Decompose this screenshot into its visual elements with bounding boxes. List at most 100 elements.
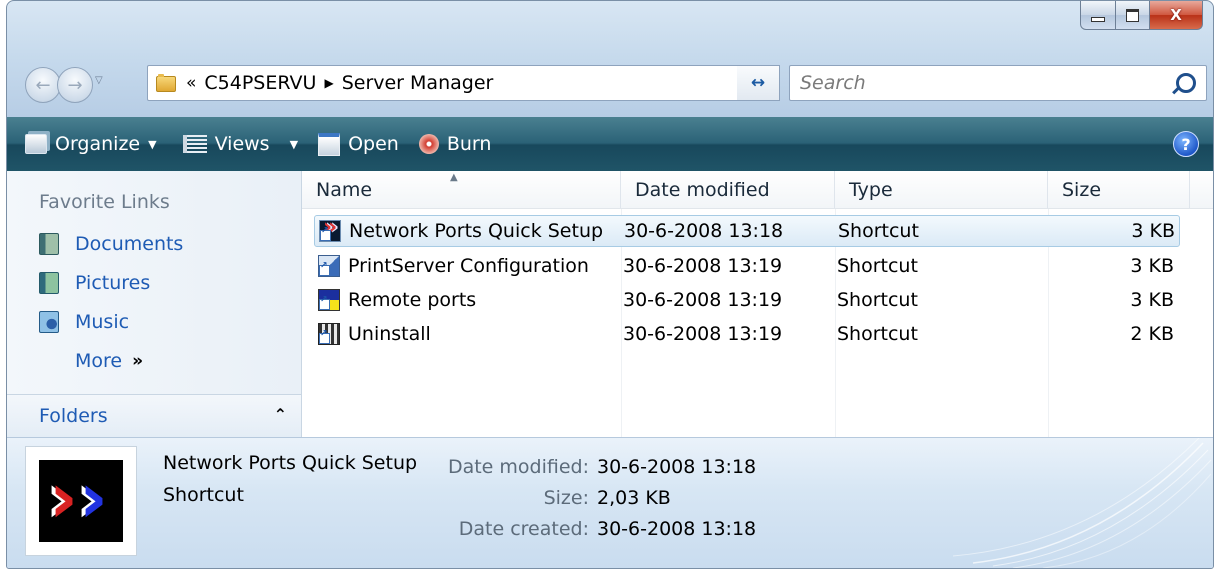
file-name-cell: Uninstall — [318, 323, 431, 345]
folders-toggle[interactable]: Folders ⌃ — [7, 394, 301, 437]
breadcrumb-computer[interactable]: C54PSERVU — [204, 72, 316, 94]
shortcut-overlay-icon — [319, 261, 330, 276]
burn-button[interactable]: Burn — [418, 133, 491, 155]
refresh-button[interactable]: ↔ — [737, 65, 780, 101]
sidebar-item-label: Music — [75, 311, 130, 333]
file-type: Shortcut — [837, 255, 918, 277]
sidebar-item-music[interactable]: Music — [39, 311, 129, 333]
navigation-pane: Favorite Links Documents Pictures Music … — [7, 171, 302, 437]
search-input[interactable]: Search — [789, 65, 1207, 101]
shortcut-overlay-icon — [320, 226, 331, 241]
shortcut-file-icon — [318, 323, 340, 345]
file-name: Remote ports — [348, 289, 477, 311]
open-button[interactable]: Open — [318, 132, 399, 156]
details-modified-value: 30-6-2008 13:18 — [597, 456, 757, 478]
maximize-button[interactable] — [1116, 1, 1150, 30]
file-size: 3 KB — [1130, 255, 1174, 277]
search-icon[interactable] — [1176, 73, 1196, 93]
sidebar-item-documents[interactable]: Documents — [39, 233, 183, 255]
more-links-button[interactable]: More » — [75, 350, 143, 372]
close-icon: X — [1170, 6, 1182, 24]
burn-icon — [418, 134, 439, 154]
decorative-swoosh — [953, 438, 1212, 568]
file-row-network-ports-quick-setup[interactable]: Network Ports Quick Setup 30-6-2008 13:1… — [314, 215, 1180, 247]
folders-label: Folders — [39, 405, 108, 427]
double-chevron-right-icon: » — [132, 351, 144, 371]
file-name-cell: Remote ports — [318, 289, 476, 311]
file-thumbnail: › › › › — [25, 446, 137, 556]
details-created-label: Date created: — [458, 518, 589, 540]
file-row-uninstall[interactable]: Uninstall 30-6-2008 13:19 Shortcut 2 KB — [314, 318, 1180, 350]
views-button[interactable]: Views ▼ — [182, 133, 299, 155]
chevron-down-icon: ▽ — [95, 75, 103, 86]
open-label: Open — [348, 133, 399, 155]
open-icon — [318, 132, 341, 156]
file-date: 30-6-2008 13:19 — [623, 289, 783, 311]
sidebar-item-pictures[interactable]: Pictures — [39, 272, 150, 294]
documents-icon — [39, 233, 59, 255]
column-header-size[interactable]: Size — [1048, 171, 1190, 209]
sidebar-item-label: Documents — [75, 233, 184, 255]
column-header-name[interactable]: ▲ Name — [302, 171, 621, 209]
views-icon — [182, 135, 207, 153]
favorite-links-heading: Favorite Links — [39, 191, 170, 213]
caption-buttons: X — [1080, 1, 1203, 30]
forward-button[interactable]: → — [57, 67, 93, 103]
maximize-icon — [1126, 8, 1139, 22]
chevron-up-icon: ⌃ — [273, 405, 287, 424]
details-created-value: 30-6-2008 13:18 — [597, 518, 757, 540]
file-type: Shortcut — [838, 220, 919, 242]
breadcrumb-separator-icon[interactable]: ▶ — [324, 76, 333, 90]
details-modified-label: Date modified: — [447, 456, 589, 478]
file-row-printserver-configuration[interactable]: PrintServer Configuration 30-6-2008 13:1… — [314, 250, 1180, 282]
minimize-button[interactable] — [1080, 1, 1116, 30]
column-header-date[interactable]: Date modified — [621, 171, 835, 209]
shortcut-overlay-icon — [319, 295, 330, 310]
file-type: Shortcut — [837, 323, 918, 345]
details-file-type: Shortcut — [163, 484, 244, 506]
file-name-cell: Network Ports Quick Setup — [319, 215, 603, 242]
forward-arrow-icon: → — [67, 74, 83, 96]
chevron-down-icon: ▼ — [289, 137, 299, 151]
details-size-label: Size: — [543, 487, 589, 509]
column-header-label: Size — [1062, 178, 1102, 201]
folder-icon — [156, 74, 176, 92]
close-button[interactable]: X — [1150, 1, 1203, 30]
recent-pages-button[interactable]: ▽ — [95, 75, 109, 91]
help-button[interactable]: ? — [1173, 131, 1199, 157]
command-bar: Organize ▼ Views ▼ Open Burn ? — [7, 117, 1213, 171]
shortcut-file-icon — [318, 255, 340, 277]
shortcut-file-icon — [319, 215, 341, 242]
explorer-window: X ← → ▽ « C54PSERVU ▶ Server Manager ▼ ↔… — [6, 0, 1214, 569]
sidebar-item-label: Pictures — [75, 272, 151, 294]
address-bar[interactable]: « C54PSERVU ▶ Server Manager ▼ — [147, 65, 763, 101]
file-date: 30-6-2008 13:19 — [623, 255, 783, 277]
column-header-label: Type — [849, 178, 893, 201]
column-header-label: Name — [316, 178, 373, 201]
search-placeholder: Search — [800, 72, 866, 94]
chevron-down-icon: ▼ — [148, 137, 157, 151]
views-label: Views — [214, 133, 270, 155]
breadcrumb-server-manager[interactable]: Server Manager — [342, 72, 494, 94]
help-icon: ? — [1181, 134, 1191, 154]
column-header-filler — [1190, 171, 1213, 209]
shortcut-file-icon — [318, 289, 340, 311]
file-row-remote-ports[interactable]: Remote ports 30-6-2008 13:19 Shortcut 3 … — [314, 284, 1180, 316]
organize-button[interactable]: Organize ▼ — [25, 133, 157, 155]
file-name-cell: PrintServer Configuration — [318, 255, 589, 277]
file-name: Uninstall — [348, 323, 431, 345]
organize-icon — [25, 134, 47, 154]
file-size: 3 KB — [1130, 289, 1174, 311]
file-name: PrintServer Configuration — [348, 255, 589, 277]
details-file-name: Network Ports Quick Setup — [163, 452, 418, 474]
shortcut-overlay-icon — [319, 329, 330, 344]
file-size: 3 KB — [1131, 220, 1175, 242]
column-header-type[interactable]: Type — [835, 171, 1048, 209]
minimize-icon — [1091, 16, 1105, 22]
file-date: 30-6-2008 13:19 — [623, 323, 783, 345]
more-label: More — [75, 350, 123, 372]
pictures-icon — [39, 272, 59, 294]
address-overflow-button[interactable]: « — [186, 73, 196, 93]
organize-label: Organize — [55, 133, 141, 155]
back-button[interactable]: ← — [25, 67, 61, 103]
